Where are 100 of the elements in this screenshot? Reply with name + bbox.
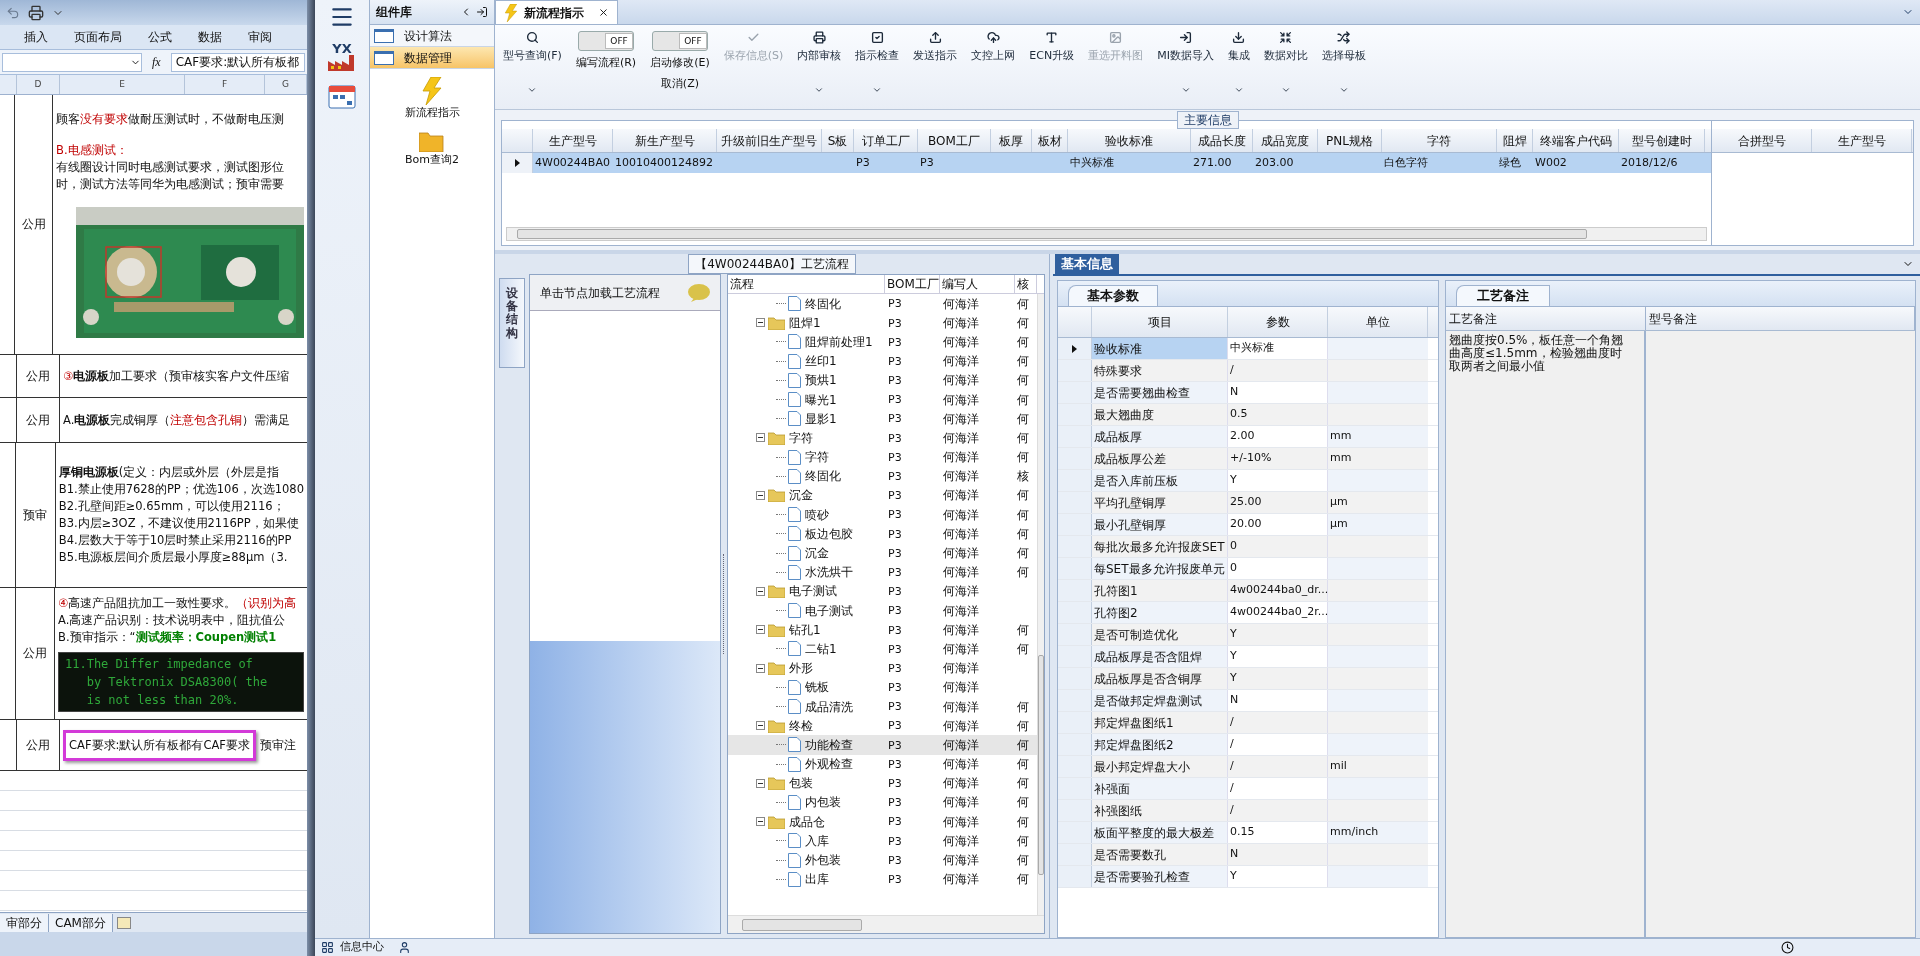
table-row[interactable]: 是否需要验孔检查 Y [1058,866,1438,888]
column-header[interactable]: 项目 [1092,307,1228,337]
toolbar-button[interactable]: 内部审核 [797,31,842,95]
new-sheet-icon[interactable] [116,917,131,929]
tree-row[interactable]: 字符 P3 何海洋 何 [728,447,1037,467]
tree-row[interactable]: 成品仓 P3 何海洋 何 [728,812,1037,832]
nav-item[interactable]: 数据管理 [370,47,494,69]
side-tab[interactable]: 设备结构 [499,278,525,368]
column-header[interactable]: 编写人 [940,275,1015,293]
column-header[interactable]: 型号备注 [1646,307,1915,330]
horizontal-scrollbar[interactable] [506,227,1707,241]
table-row[interactable]: 每SET最多允许报废单元 0 [1058,558,1438,580]
tree-row[interactable]: 二钻1 P3 何海洋 何 [728,639,1037,659]
table-row[interactable]: 平均孔壁铜厚 25.00 μm [1058,492,1438,514]
formula-field[interactable]: CAF要求:默认所有板都 [170,52,305,72]
toolbar-label[interactable]: 取消(Z) [660,75,699,92]
column-header[interactable]: 生产型号 [1812,129,1912,152]
tree-row[interactable]: 阻焊前处理1 P3 何海洋 何 [728,332,1037,352]
table-row[interactable]: 验收标准 中兴标准 [1058,338,1438,360]
collapse-icon[interactable] [756,318,765,328]
toolbar-button[interactable]: 型号查询(F) [503,31,562,95]
calendar-icon[interactable] [328,83,356,109]
tree-row[interactable]: 显影1 P3 何海洋 何 [728,409,1037,429]
redo-icon[interactable] [6,5,20,20]
toggle-switch[interactable]: OFF [578,31,635,51]
tree-row[interactable]: 丝印1 P3 何海洋 何 [728,351,1037,371]
toolbar-button[interactable]: 选择母板 [1321,31,1366,95]
table-row[interactable]: 是否需要数孔 N [1058,844,1438,866]
tree-row[interactable]: 板边包胶 P3 何海洋 何 [728,524,1037,544]
table-row[interactable]: 成品板厚是否含铜厚 Y [1058,668,1438,690]
tree-row[interactable]: 铣板 P3 何海洋 [728,677,1037,697]
table-row[interactable]: 补强面 / [1058,778,1438,800]
tree-row[interactable]: 功能检查 P3 何海洋 何 [728,735,1037,755]
close-icon[interactable] [598,7,609,18]
tree-row[interactable]: 外观检查 P3 何海洋 何 [728,754,1037,774]
tree-row[interactable]: 外形 P3 何海洋 [728,658,1037,678]
column-header[interactable]: 成品宽度 [1253,129,1318,152]
tree-row[interactable]: 水洗烘干 P3 何海洋 何 [728,562,1037,582]
sheet-tab[interactable]: 审部分 [0,914,49,932]
table-row[interactable]: 孔符图1 4w00244ba0_dr... [1058,580,1438,602]
tree-row[interactable]: 沉金 P3 何海洋 何 [728,543,1037,563]
column-header[interactable]: 升级前旧生产型号 [717,129,822,152]
tree-row[interactable]: 终固化 P3 何海洋 核 [728,466,1037,486]
table-row[interactable]: 邦定焊盘图纸1 / [1058,712,1438,734]
ribbon-tab[interactable]: 页面布局 [74,28,122,46]
tree-row[interactable]: 预烘1 P3 何海洋 何 [728,370,1037,390]
nav-item[interactable]: 设计算法 [370,25,494,47]
column-header[interactable]: BOM工厂 [918,129,991,152]
column-header[interactable]: 板材 [1032,129,1068,152]
vertical-scrollbar[interactable] [1037,294,1044,915]
user-icon[interactable] [398,941,411,954]
table-row[interactable]: 是否需要翘曲检查 N [1058,382,1438,404]
collapse-icon[interactable] [756,490,765,500]
table-row[interactable]: 补强图纸 / [1058,800,1438,822]
column-header[interactable]: 单位 [1328,307,1428,337]
tree-row[interactable]: 字符 P3 何海洋 何 [728,428,1037,448]
column-header[interactable]: 工艺备注 [1446,307,1646,330]
tool-item[interactable]: Bom查询2 [370,129,494,168]
tree-row[interactable]: 阻焊1 P3 何海洋 何 [728,313,1037,333]
sheet-tab[interactable]: CAM部分 [49,914,113,932]
column-header[interactable]: 板厚 [991,129,1032,152]
toolbar-button[interactable]: ECN升级 [1029,31,1075,65]
toolbar-button[interactable]: 集成 [1227,31,1250,95]
table-row[interactable]: 最小邦定焊盘大小 / mil [1058,756,1438,778]
collapse-icon[interactable] [756,721,765,731]
table-row[interactable]: 每批次最多允许报废SET 0 [1058,536,1438,558]
login-icon[interactable] [476,6,488,18]
panel-tab[interactable]: 基本信息 [1055,254,1119,274]
print-icon[interactable] [28,4,44,21]
tree-row[interactable]: 沉金 P3 何海洋 何 [728,485,1037,506]
column-header[interactable]: S板 [822,129,854,152]
collapse-icon[interactable] [756,625,765,635]
toolbar-label[interactable]: 启动修改(E) [650,55,710,72]
function-label[interactable]: fx [146,53,167,71]
column-header[interactable]: 核 [1015,275,1037,293]
column-header[interactable]: E [60,75,185,94]
table-row[interactable]: 成品板厚公差 +/-10% mm [1058,448,1438,470]
column-header[interactable]: 型号创建时 [1619,129,1705,152]
toolbar-label[interactable]: 编写流程(R) [575,55,637,72]
column-header[interactable]: 验收标准 [1068,129,1191,152]
toggle-switch[interactable]: OFF [651,31,708,51]
ribbon-tab[interactable]: 插入 [24,28,48,46]
tree-row[interactable]: 终固化 P3 何海洋 何 [728,294,1037,314]
column-header[interactable]: 终端客户代码 [1533,129,1619,152]
tree-row[interactable]: 外包装 P3 何海洋 何 [728,850,1037,870]
ribbon-tab[interactable]: 审阅 [248,28,272,46]
tree-row[interactable]: 电子测试 P3 何海洋 [728,581,1037,601]
tree-row[interactable]: 终检 P3 何海洋 何 [728,716,1037,736]
collapse-icon[interactable] [756,663,765,673]
collapse-icon[interactable] [756,586,765,596]
tool-item[interactable]: 新流程指示 [370,77,494,122]
status-item[interactable]: 信息中心 [340,939,384,956]
tree-row[interactable]: 曝光1 P3 何海洋 何 [728,389,1037,410]
column-header[interactable]: 阻焊 [1497,129,1533,152]
column-header[interactable]: 参数 [1228,307,1328,337]
tree-row[interactable]: 钻孔1 P3 何海洋 何 [728,620,1037,640]
toolbar-button[interactable]: 数据对比 [1263,31,1308,95]
column-header[interactable]: 新生产型号 [613,129,717,152]
column-header[interactable]: 字符 [1382,129,1497,152]
column-header[interactable]: 生产型号 [533,129,613,152]
